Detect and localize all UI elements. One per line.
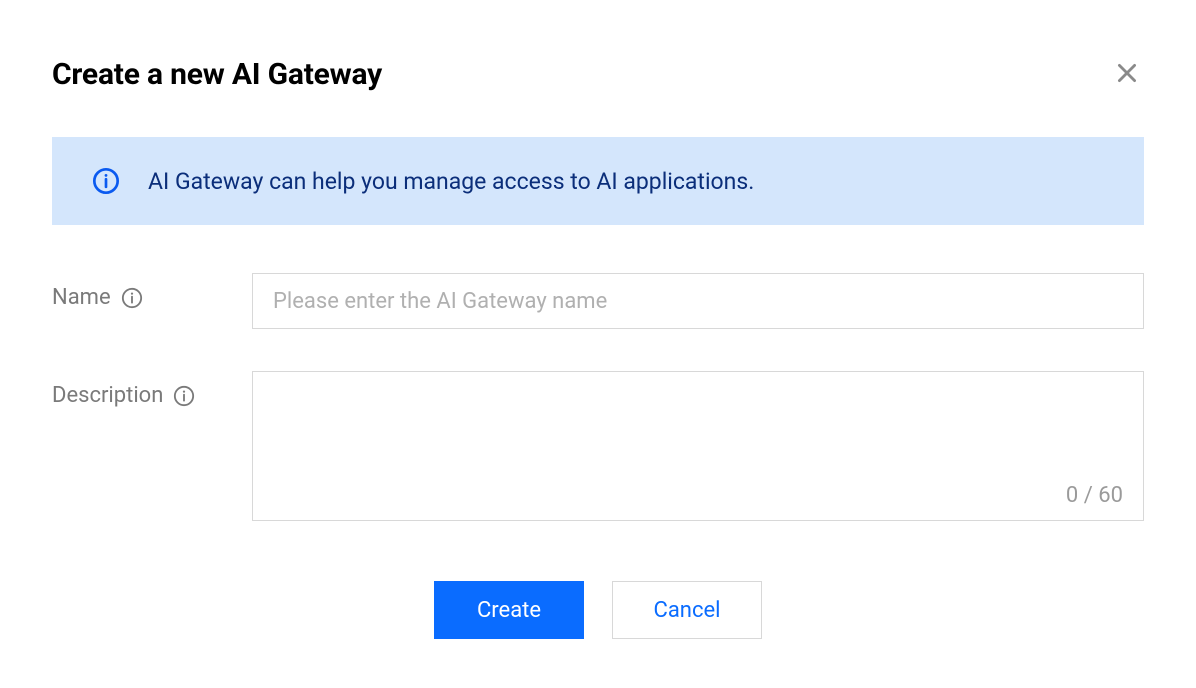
description-input[interactable]	[253, 372, 1143, 520]
description-textarea-wrap: 0 / 60	[252, 371, 1144, 521]
description-label-cell: Description	[52, 371, 252, 408]
info-banner-text: AI Gateway can help you manage access to…	[148, 168, 754, 195]
description-input-cell: 0 / 60	[252, 371, 1144, 521]
description-row: Description 0 / 60	[52, 371, 1144, 521]
cancel-button[interactable]: Cancel	[612, 581, 762, 639]
name-help-icon[interactable]	[121, 287, 143, 309]
name-input-cell	[252, 273, 1144, 329]
info-icon	[92, 167, 120, 195]
close-icon	[1114, 60, 1140, 89]
description-char-counter: 0 / 60	[1066, 483, 1123, 508]
close-button[interactable]	[1110, 56, 1144, 93]
name-row: Name	[52, 273, 1144, 329]
dialog-title: Create a new AI Gateway	[52, 57, 382, 92]
dialog-header: Create a new AI Gateway	[52, 56, 1144, 93]
name-label-cell: Name	[52, 273, 252, 310]
button-row: Create Cancel	[52, 581, 1144, 639]
info-banner: AI Gateway can help you manage access to…	[52, 137, 1144, 225]
create-ai-gateway-dialog: Create a new AI Gateway AI Gateway can h…	[0, 0, 1196, 679]
name-input[interactable]	[252, 273, 1144, 329]
create-button[interactable]: Create	[434, 581, 584, 639]
name-label: Name	[52, 285, 111, 310]
description-label: Description	[52, 383, 163, 408]
description-help-icon[interactable]	[173, 385, 195, 407]
